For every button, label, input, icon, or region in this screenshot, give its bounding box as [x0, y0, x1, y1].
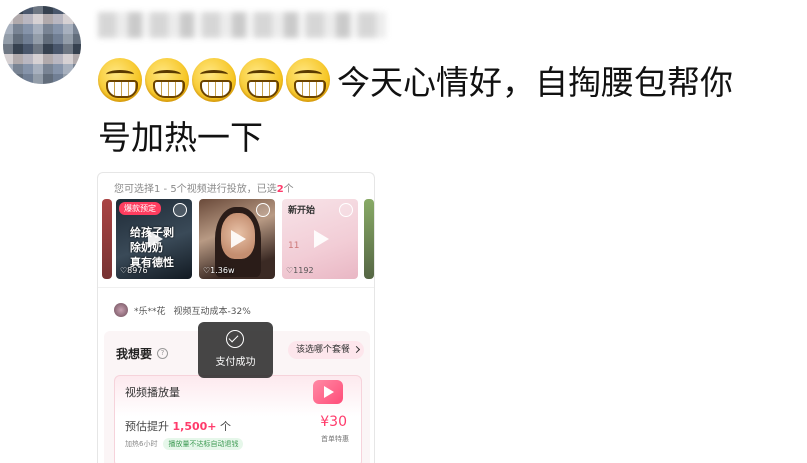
select-circle-icon[interactable] [339, 203, 353, 217]
video-thumb-1[interactable]: 爆款预定 给孩子剥 除奶奶 真有德性 ♡8976 [116, 199, 192, 279]
video-thumb-partial-right[interactable] [364, 199, 374, 279]
play-icon[interactable] [314, 230, 329, 248]
help-icon[interactable]: ? [157, 348, 169, 359]
comment-text-line1: 今天心情好，自掏腰包帮你 [98, 56, 733, 104]
like-count: ♡8976 [120, 266, 148, 275]
like-count: ♡1192 [286, 266, 314, 275]
estimate-suffix: 个 [220, 420, 232, 433]
play-icon[interactable] [231, 230, 246, 248]
refund-tag: 播放量不达标自动退钱 [163, 438, 244, 450]
hint-suffix: 个 [283, 184, 294, 195]
want-label: 我想要 ? [116, 345, 169, 362]
check-circle-icon [226, 330, 244, 348]
promo-row: *乐**花 视频互动成本-32% [114, 303, 251, 317]
estimate-value: 1,500+ [172, 420, 217, 433]
commenter-name-blurred [98, 12, 386, 38]
hint-prefix: 您可选择1 - 5个视频进行投放，已选 [114, 184, 277, 195]
emoji-row [98, 58, 333, 102]
video-thumb-3[interactable]: 新开始 11 ♡1192 [282, 199, 358, 279]
estimate-text: 预估提升 1,500+ 个 [125, 418, 231, 434]
grinning-face-icon [286, 58, 330, 102]
estimate-prefix: 预估提升 [125, 420, 169, 433]
commenter-avatar[interactable] [3, 6, 81, 84]
option-title: 视频播放量 [125, 386, 180, 399]
selection-hint: 您可选择1 - 5个视频进行投放，已选2个 [114, 180, 294, 195]
grinning-face-icon [239, 58, 283, 102]
video-title: 新开始 [288, 206, 316, 216]
choose-package-button[interactable]: 该选哪个套餐 [287, 341, 364, 359]
video-play-icon [313, 380, 343, 404]
option-footnote: 加热6小时 播放量不达标自动退钱 [125, 438, 244, 450]
grinning-face-icon [98, 58, 142, 102]
choose-package-label: 该选哪个套餐 [295, 345, 350, 355]
select-circle-icon[interactable] [173, 203, 187, 217]
play-icon[interactable] [148, 230, 163, 248]
comment-text: 今天心情好，自掏腰包帮你 [337, 63, 733, 102]
want-text: 我想要 [116, 347, 153, 361]
video-thumb-partial-left[interactable] [102, 199, 112, 279]
screenshot-card: 您可选择1 - 5个视频进行投放，已选2个 爆款预定 给孩子剥 除奶奶 真有德性… [97, 172, 375, 463]
hot-badge: 爆款预定 [119, 202, 161, 215]
grinning-face-icon [192, 58, 236, 102]
video-thumbnails: 爆款预定 给孩子剥 除奶奶 真有德性 ♡8976 ♡1.36w 新开始 11 ♡… [98, 199, 374, 279]
promo-text: 视频互动成本-32% [173, 306, 251, 317]
chevron-right-icon [352, 345, 361, 354]
first-order-label: 首单特惠 [321, 435, 349, 443]
divider [98, 287, 374, 288]
grinning-face-icon [145, 58, 189, 102]
like-count: ♡1.36w [203, 266, 235, 275]
select-circle-icon[interactable] [256, 203, 270, 217]
comment-text-continued: 号加热一下 [98, 118, 263, 157]
video-small-text: 11 [288, 241, 300, 251]
toast-text: 支付成功 [215, 357, 256, 368]
payment-success-toast: 支付成功 [198, 322, 273, 378]
promo-user: *乐**花 [134, 306, 166, 317]
video-thumb-2[interactable]: ♡1.36w [199, 199, 275, 279]
avatar [114, 303, 128, 317]
price: ¥30 [320, 414, 347, 430]
comment-text-line2: 号加热一下 [98, 113, 263, 157]
hint-count: 2 [276, 184, 284, 195]
time-note: 加热6小时 [125, 440, 158, 448]
package-option-views[interactable]: 视频播放量 预估提升 1,500+ 个 ¥30 首单特惠 加热6小时 播放量不达… [114, 375, 362, 463]
